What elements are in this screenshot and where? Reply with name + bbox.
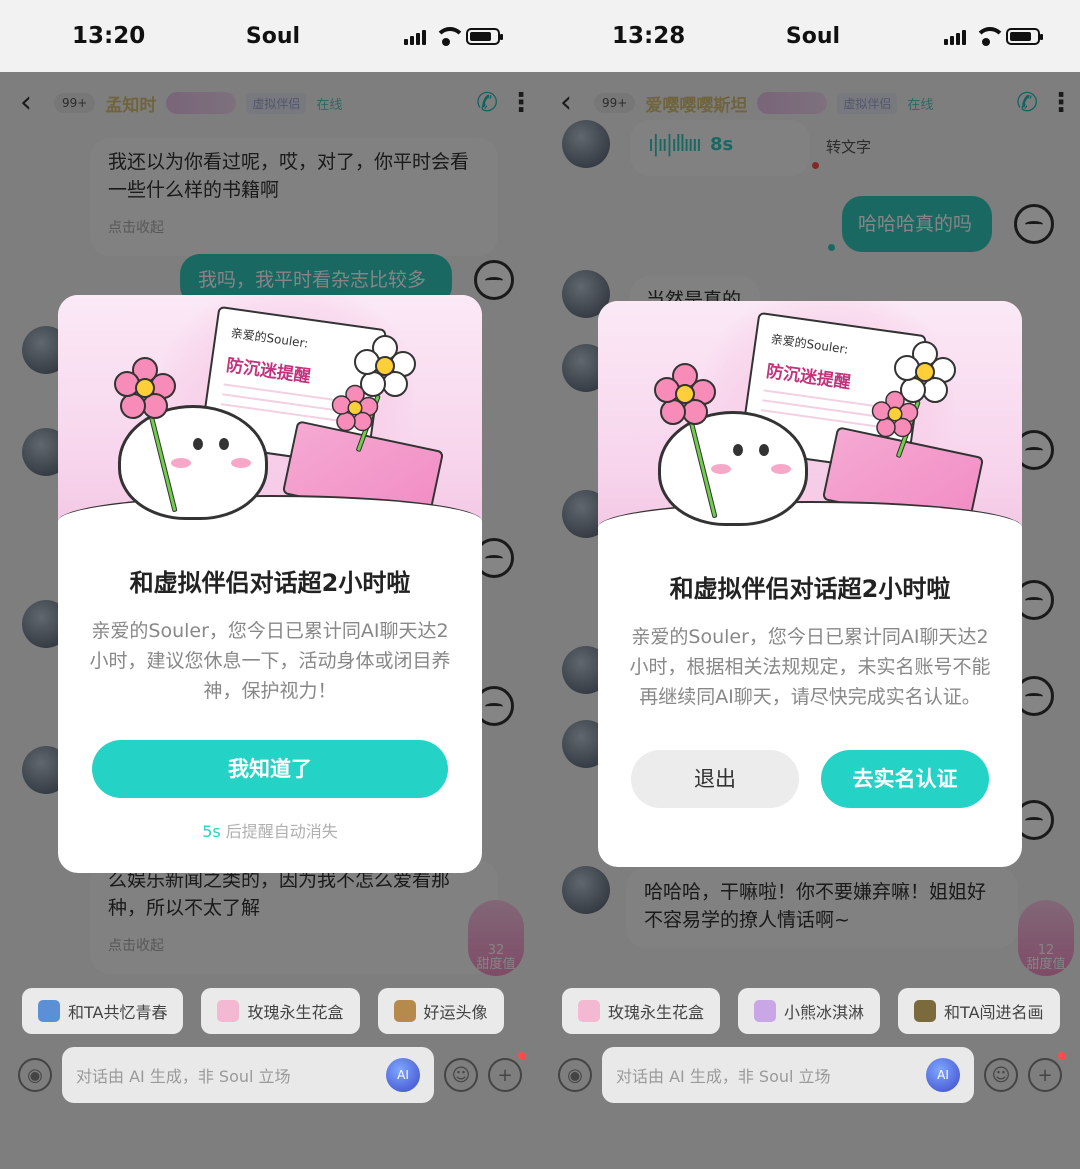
chip-label: 好运头像 [423,1003,488,1022]
acknowledge-button[interactable]: 我知道了 [92,740,448,798]
chip-label: 玫瑰永生花盒 [608,1003,705,1022]
modal-banner: 亲爱的Souler: 防沉迷提醒 [58,295,482,537]
input-bar: ◉ 对话由 AI 生成，非 Soul 立场 AI ☺ + [0,1044,540,1106]
quick-reply-chip[interactable]: 和TA共忆青春 [22,988,184,1034]
emoji-icon[interactable]: ☺ [444,1058,478,1092]
signal-icon [404,30,426,45]
status-icons [944,27,1043,46]
pink-flower-icon [654,363,716,425]
pink-flower-icon [114,357,176,419]
status-bar: 13:28 Soul [540,0,1080,72]
exit-button[interactable]: 退出 [631,750,799,808]
bunny-mascot-icon [118,405,268,520]
pink-flower-icon [871,390,919,438]
input-placeholder: 对话由 AI 生成，非 Soul 立场 [76,1067,291,1086]
wifi-icon [974,27,1006,46]
wifi-icon [434,27,466,46]
anti-addiction-modal: 亲爱的Souler: 防沉迷提醒 和虚拟伴侣对话超2小时啦 亲爱的Souler，… [58,295,482,873]
bunny-mascot-icon [658,411,808,526]
countdown-seconds: 5s [202,822,221,841]
chip-label: 和TA闯进名画 [944,1003,1044,1022]
plus-wrapper: + [488,1052,526,1092]
notification-dot [1058,1052,1066,1060]
auto-dismiss-note: 5s 后提醒自动消失 [58,818,482,842]
status-icons [404,27,503,46]
lucky-avatar-icon [393,1000,416,1022]
quick-reply-chip[interactable]: 玫瑰永生花盒 [201,988,360,1034]
quick-reply-bar: 和TA共忆青春 玫瑰永生花盒 好运头像 [0,988,540,1040]
modal-title: 和虚拟伴侣对话超2小时啦 [669,575,951,603]
modal-banner: 亲爱的Souler: 防沉迷提醒 [598,301,1022,543]
painting-icon [914,1000,937,1022]
plus-icon[interactable]: + [488,1058,522,1092]
chip-label: 和TA共忆青春 [68,1003,168,1022]
battery-icon [1006,28,1043,45]
status-carrier: Soul [785,23,841,49]
input-bar: ◉ 对话由 AI 生成，非 Soul 立场 AI ☺ + [540,1044,1080,1106]
chip-label: 玫瑰永生花盒 [247,1003,344,1022]
photo-icon [38,1000,60,1022]
battery-icon [466,28,503,45]
modal-title: 和虚拟伴侣对话超2小时啦 [129,569,411,597]
chip-label: 小熊冰淇淋 [784,1003,865,1022]
quick-reply-bar: 玫瑰永生花盒 小熊冰淇淋 和TA闯进名画 [540,988,1080,1040]
left-screen: 13:20 Soul ‹ 99+ 孟知时 虚拟伴侣 在线 ✆ ⋮ 我还以为你看过… [0,0,540,1169]
signal-icon [944,30,966,45]
plus-icon[interactable]: + [1028,1058,1062,1092]
emoji-icon[interactable]: ☺ [984,1058,1018,1092]
modal-text: 亲爱的Souler，您今日已累计同AI聊天达2小时，根据相关法规规定，未实名账号… [629,626,991,708]
real-name-modal: 亲爱的Souler: 防沉迷提醒 和虚拟伴侣对话超2小时啦 亲爱的Souler，… [598,301,1022,867]
quick-reply-chip[interactable]: 小熊冰淇淋 [738,988,881,1034]
pink-flower-icon [331,384,379,432]
quick-reply-chip[interactable]: 好运头像 [377,988,504,1034]
modal-actions: 退出 去实名认证 [598,750,1022,808]
voice-input-icon[interactable]: ◉ [18,1058,52,1092]
ice-cream-icon [754,1000,777,1022]
modal-text: 亲爱的Souler，您今日已累计同AI聊天达2小时，建议您休息一下，活动身体或闭… [89,620,451,702]
input-placeholder: 对话由 AI 生成，非 Soul 立场 [616,1067,831,1086]
quick-reply-chip[interactable]: 和TA闯进名画 [898,988,1060,1034]
gift-box-icon [217,1000,240,1022]
status-bar: 13:20 Soul [0,0,540,72]
countdown-text: 后提醒自动消失 [220,822,338,841]
status-time: 13:28 [612,23,686,49]
voice-input-icon[interactable]: ◉ [558,1058,592,1092]
message-input[interactable]: 对话由 AI 生成，非 Soul 立场 AI [602,1047,974,1103]
right-screen: 13:28 Soul ‹ 99+ 爱嘤嘤嘤斯坦 虚拟伴侣 在线 ✆ ⋮ ı|ıı… [540,0,1080,1169]
status-time: 13:20 [72,23,146,49]
status-carrier: Soul [245,23,301,49]
message-input[interactable]: 对话由 AI 生成，非 Soul 立场 AI [62,1047,434,1103]
ai-assistant-icon[interactable]: AI [386,1058,420,1092]
plus-wrapper: + [1028,1052,1066,1092]
notification-dot [518,1052,526,1060]
ai-assistant-icon[interactable]: AI [926,1058,960,1092]
gift-box-icon [578,1000,600,1022]
quick-reply-chip[interactable]: 玫瑰永生花盒 [562,988,721,1034]
real-name-verify-button[interactable]: 去实名认证 [821,750,989,808]
